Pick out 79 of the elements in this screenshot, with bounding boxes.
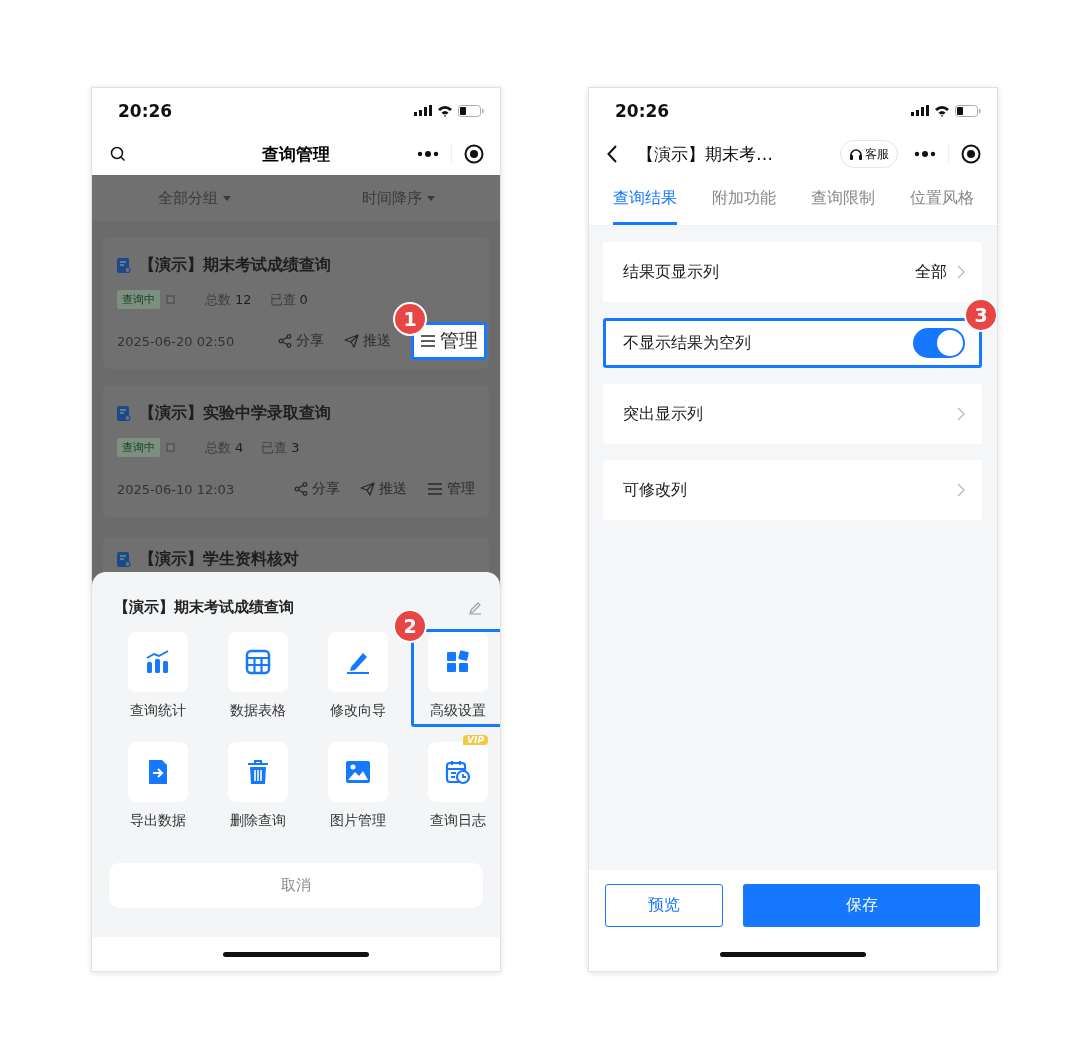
menu-item[interactable]: 查询统计 <box>111 629 205 727</box>
tab[interactable]: 位置风格 <box>909 175 974 225</box>
share-icon <box>294 482 308 496</box>
setting-label: 结果页显示列 <box>623 261 719 283</box>
calendar-clock-icon <box>445 759 471 785</box>
checked-count: 3 <box>291 440 300 455</box>
setting-value: 全部 <box>915 261 947 283</box>
tab[interactable]: 附加功能 <box>711 175 776 225</box>
grid-table-icon <box>245 649 271 675</box>
headset-icon <box>849 147 863 161</box>
menu-item[interactable]: 导出数据 <box>111 739 205 837</box>
chevron-icon <box>957 407 965 421</box>
checked-count: 0 <box>299 292 308 307</box>
save-button[interactable]: 保存 <box>743 884 980 927</box>
setting-label: 不显示结果为空列 <box>623 332 751 354</box>
settings-row[interactable]: 结果页显示列 全部 <box>603 242 982 302</box>
preview-button[interactable]: 预览 <box>605 884 723 927</box>
status-tag: 查询中 <box>117 438 160 457</box>
back-icon[interactable] <box>607 145 617 163</box>
cancel-button[interactable]: 取消 <box>109 863 483 908</box>
setting-label: 突出显示列 <box>623 403 703 425</box>
target-icon[interactable] <box>464 144 484 164</box>
chevron-icon <box>957 265 965 279</box>
step-badge: 1 <box>393 302 427 336</box>
page-title: 查询管理 <box>261 142 331 166</box>
caret-icon <box>426 195 435 201</box>
action-button[interactable]: 管理 <box>427 480 475 498</box>
more-icon[interactable] <box>914 151 936 157</box>
document-icon <box>117 257 131 274</box>
page-title: 【演示】期末考… <box>637 142 773 166</box>
document-icon <box>117 405 131 422</box>
step-badge: 3 <box>964 298 997 332</box>
action-button[interactable]: 推送 <box>344 332 391 350</box>
query-title: 【演示】实验中学录取查询 <box>139 403 331 424</box>
bar-chart-icon <box>145 649 171 675</box>
edit-icon[interactable] <box>468 600 482 615</box>
query-title: 【演示】学生资料核对 <box>139 549 299 570</box>
total-count: 4 <box>235 440 244 455</box>
wifi-icon <box>934 104 950 117</box>
sheet-title: 【演示】期末考试成绩查询 <box>114 598 294 617</box>
send-icon <box>360 482 375 496</box>
blocks-icon <box>445 649 471 675</box>
action-button[interactable]: 分享 <box>278 332 324 350</box>
share-icon <box>278 334 292 348</box>
menu-icon <box>420 335 436 347</box>
document-icon <box>117 551 131 568</box>
trash-icon <box>245 759 271 785</box>
menu-item[interactable]: 图片管理 <box>311 739 405 837</box>
battery-icon <box>955 104 981 117</box>
step-badge: 2 <box>393 609 427 643</box>
signal-icon <box>911 105 929 116</box>
query-title: 【演示】期末考试成绩查询 <box>139 255 331 276</box>
date-text: 2025-06-20 02:50 <box>117 333 235 349</box>
menu-item[interactable]: 删除查询 <box>211 739 305 837</box>
action-button[interactable]: 推送 <box>360 480 407 498</box>
settings-row[interactable]: 可修改列 <box>603 460 982 520</box>
send-icon <box>344 334 359 348</box>
search-icon[interactable] <box>110 146 126 162</box>
more-icon[interactable] <box>417 151 439 157</box>
image-icon <box>345 759 371 785</box>
vip-tag: VIP <box>463 735 488 745</box>
action-button[interactable]: 分享 <box>294 480 340 498</box>
battery-icon <box>458 104 484 117</box>
status-tag: 查询中 <box>117 290 160 309</box>
toggle-switch[interactable] <box>913 328 965 358</box>
status-time: 20:26 <box>615 100 670 121</box>
menu-icon <box>427 483 443 495</box>
settings-row[interactable]: 突出显示列 <box>603 384 982 444</box>
status-time: 20:26 <box>118 100 173 121</box>
chevron-icon <box>957 483 965 497</box>
signal-icon <box>414 105 432 116</box>
wifi-icon <box>437 104 453 117</box>
target-icon[interactable] <box>961 144 981 164</box>
menu-item[interactable]: 数据表格 <box>211 629 305 727</box>
setting-label: 可修改列 <box>623 479 687 501</box>
caret-icon <box>222 195 231 201</box>
tab[interactable]: 查询限制 <box>810 175 875 225</box>
date-text: 2025-06-10 12:03 <box>117 481 235 497</box>
total-count: 12 <box>235 292 252 307</box>
